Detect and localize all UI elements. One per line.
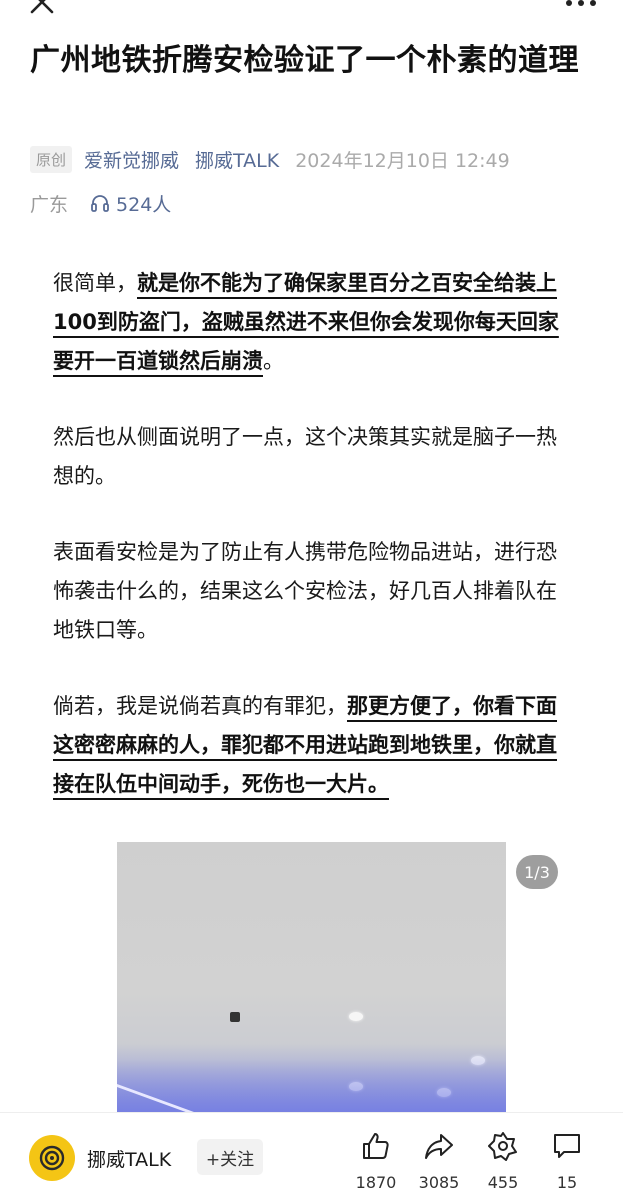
share-button[interactable]: 3085 (409, 1129, 469, 1195)
close-icon[interactable] (28, 0, 56, 16)
paragraph-text: 倘若，我是说倘若真的有罪犯， (53, 694, 347, 718)
paragraph-text: 表面看安检是为了防止有人携带危险物品进站，进行恐怖袭击什么的，结果这么个安检法，… (53, 540, 557, 642)
thumbs-up-icon (363, 1133, 389, 1159)
article-meta: 原创 爱新觉挪威 挪威TALK 2024年12月10日 12:49 (30, 144, 510, 174)
follow-button[interactable]: +关注 (197, 1139, 263, 1175)
article-title: 广州地铁折腾安检验证了一个朴素的道理 (30, 43, 579, 78)
paragraph-text: 然后也从侧面说明了一点，这个决策其实就是脑子一热想的。 (53, 425, 557, 488)
paragraph-3: 表面看安检是为了防止有人携带危险物品进站，进行恐怖袭击什么的，结果这么个安检法，… (53, 533, 573, 650)
image-page-indicator: 1/3 (516, 855, 558, 889)
ceiling-light (349, 1012, 363, 1021)
comment-icon (554, 1134, 580, 1158)
recommend-count: 455 (487, 1173, 519, 1192)
star-flower-icon (488, 1132, 517, 1161)
paragraph-text: 。 (263, 349, 284, 373)
paragraph-1: 很简单，就是你不能为了确保家里百分之百安全给装上100到防盗门，盗贼虽然进不来但… (53, 264, 573, 381)
bottom-account-name[interactable]: 挪威TALK (87, 1145, 171, 1172)
account-avatar[interactable] (29, 1135, 75, 1181)
headphones-icon (91, 195, 109, 212)
account-link[interactable]: 挪威TALK (195, 146, 279, 173)
article-image[interactable] (117, 842, 506, 1114)
bottom-action-bar: 挪威TALK +关注 1870 3085 455 15 (0, 1112, 623, 1200)
like-count: 1870 (355, 1173, 397, 1192)
paragraph-text: 很简单， (53, 271, 137, 295)
like-button[interactable]: 1870 (346, 1129, 406, 1195)
share-arrow-icon (425, 1134, 453, 1159)
image-blue-area (117, 1044, 506, 1114)
region-label: 广东 (30, 193, 69, 216)
article-body: 很简单，就是你不能为了确保家里百分之百安全给装上100到防盗门，盗贼虽然进不来但… (53, 264, 573, 841)
paragraph-2: 然后也从侧面说明了一点，这个决策其实就是脑子一热想的。 (53, 418, 573, 496)
share-count: 3085 (418, 1173, 460, 1192)
listener-count: 524人 (116, 193, 172, 216)
more-icon[interactable] (565, 0, 597, 6)
comment-count: 15 (556, 1173, 578, 1192)
paragraph-4: 倘若，我是说倘若真的有罪犯，那更方便了，你看下面这密密麻麻的人，罪犯都不用进站跑… (53, 687, 573, 804)
publish-date: 2024年12月10日 12:49 (295, 149, 510, 172)
top-nav-bar (0, 0, 623, 20)
comment-button[interactable]: 15 (537, 1129, 597, 1195)
article-meta-secondary: 广东 524人 (30, 188, 171, 218)
author-link[interactable]: 爱新觉挪威 (84, 146, 179, 173)
original-badge: 原创 (30, 145, 73, 173)
ceiling-fixture (230, 1012, 240, 1022)
account-logo-icon (39, 1145, 65, 1171)
listen-button[interactable]: 524人 (90, 190, 171, 217)
recommend-button[interactable]: 455 (473, 1129, 533, 1195)
